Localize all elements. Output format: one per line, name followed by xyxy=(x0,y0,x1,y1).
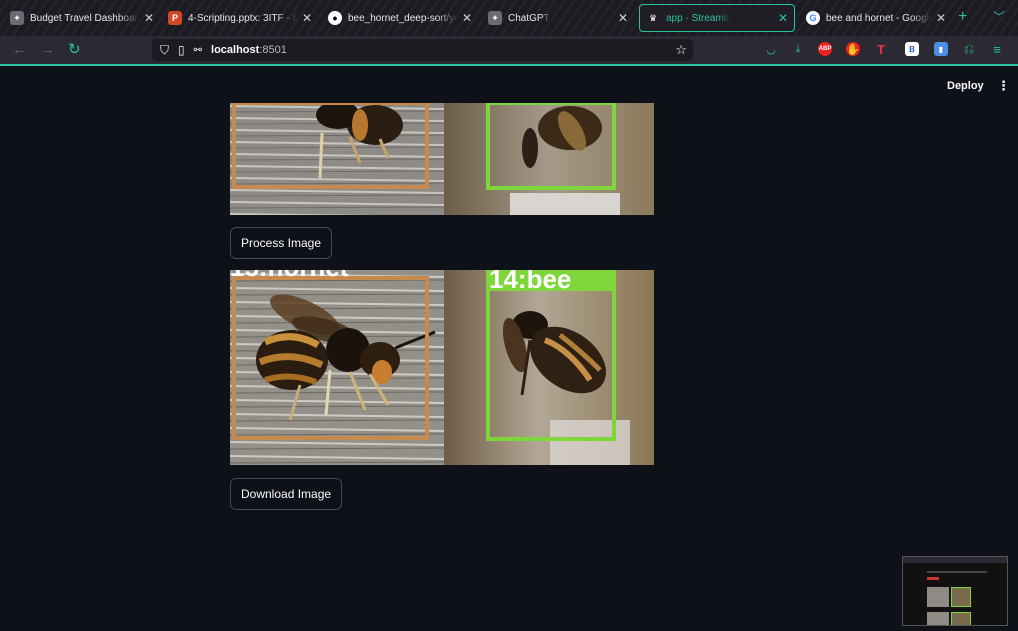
close-tab-icon[interactable]: ✕ xyxy=(774,11,788,25)
url-port: :8501 xyxy=(259,44,287,56)
extension-t-icon[interactable]: T xyxy=(874,42,888,57)
tab-title: bee and hornet - Google S xyxy=(826,12,932,24)
thumbnail-button xyxy=(927,577,939,580)
tab-google-search[interactable]: G bee and hornet - Google S ✕ xyxy=(800,4,952,32)
tab-budget-travel[interactable]: ✦ Budget Travel Dashboard ✕ xyxy=(4,4,160,32)
tab-scripting-pptx[interactable]: P 4-Scripting.pptx: 3ITF - Bu ✕ xyxy=(162,4,318,32)
tab-title: ChatGPT xyxy=(508,12,550,24)
screenshot-thumbnail[interactable] xyxy=(902,556,1008,626)
google-icon: G xyxy=(806,11,820,25)
bee-detection-label: 14:bee xyxy=(489,270,571,294)
url-host: localhost xyxy=(211,44,260,56)
tab-strip: ✦ Budget Travel Dashboard ✕ P 4-Scriptin… xyxy=(0,0,1018,36)
tab-github-repo[interactable]: ● bee_hornet_deep-sort/yolo ✕ xyxy=(322,4,478,32)
forward-arrow-icon[interactable]: → xyxy=(40,42,55,58)
tab-title: 4-Scripting.pptx: 3ITF - Bu xyxy=(188,12,298,24)
thumbnail-toolbar xyxy=(903,557,1007,563)
processed-image: 15:hornet 14:bee xyxy=(230,270,654,465)
thumbnail-bee-image xyxy=(951,587,971,607)
permissions-icon[interactable]: ⚯ xyxy=(194,45,202,56)
close-tab-icon[interactable]: ✕ xyxy=(458,11,472,25)
reload-icon[interactable]: ↻ xyxy=(68,42,81,58)
hornet-detection-label: 15:hornet xyxy=(230,270,349,282)
close-tab-icon[interactable]: ✕ xyxy=(298,11,312,25)
back-arrow-icon[interactable]: ← xyxy=(12,42,27,58)
adblock-icon[interactable]: ABP xyxy=(818,42,832,56)
tab-title: bee_hornet_deep-sort/yolo xyxy=(348,12,458,24)
extension-book-icon[interactable]: ▮ xyxy=(934,42,948,56)
thumbnail-line xyxy=(927,571,987,573)
thumbnail-bee-image-2 xyxy=(951,612,971,625)
url-bar[interactable]: ⛉ ▯ ⚯ localhost :8501 ☆ xyxy=(152,39,693,61)
chatgpt-icon: ✦ xyxy=(488,11,502,25)
input-image xyxy=(230,103,654,215)
tab-title: Budget Travel Dashboard xyxy=(30,12,140,24)
main-menu-kebab-icon[interactable]: ⋮ xyxy=(997,78,1010,94)
ublock-hand-icon[interactable]: ✋ xyxy=(846,42,860,56)
navigation-toolbar: ← → ↻ ⛉ ▯ ⚯ localhost :8501 ☆ ◡ ⤓ ABP ✋ … xyxy=(0,36,1018,66)
close-tab-icon[interactable]: ✕ xyxy=(932,11,946,25)
bookmark-star-icon[interactable]: ☆ xyxy=(675,42,687,58)
github-icon: ● xyxy=(328,11,342,25)
close-tab-icon[interactable]: ✕ xyxy=(614,11,628,25)
tab-title: app · Streamlit xyxy=(666,12,732,24)
extensions-puzzle-icon[interactable]: ⎌ xyxy=(962,41,976,56)
chatgpt-icon: ✦ xyxy=(10,11,24,25)
tab-chatgpt[interactable]: ✦ ChatGPT ✕ xyxy=(482,4,634,32)
pocket-icon[interactable]: ◡ xyxy=(764,42,778,56)
download-icon[interactable]: ⤓ xyxy=(791,42,805,56)
hamburger-menu-icon[interactable]: ≡ xyxy=(990,42,1004,57)
download-image-button[interactable]: Download Image xyxy=(230,478,343,510)
list-tabs-chevron-icon[interactable]: ﹀ xyxy=(993,8,1005,25)
deploy-button[interactable]: Deploy xyxy=(947,80,984,92)
powerpoint-icon: P xyxy=(168,11,182,25)
new-tab-plus-icon[interactable]: + xyxy=(958,8,967,26)
thumbnail-hornet-image-2 xyxy=(927,612,949,625)
thumbnail-hornet-image xyxy=(927,587,949,607)
shield-icon[interactable]: ⛉ xyxy=(160,43,169,58)
close-tab-icon[interactable]: ✕ xyxy=(140,11,154,25)
page-icon: ▯ xyxy=(178,43,185,57)
extension-b-icon[interactable]: B xyxy=(905,42,919,56)
tab-streamlit-app[interactable]: ♛ app · Streamlit ✕ xyxy=(639,4,795,32)
streamlit-crown-icon: ♛ xyxy=(648,12,658,23)
process-image-button[interactable]: Process Image xyxy=(230,227,333,259)
